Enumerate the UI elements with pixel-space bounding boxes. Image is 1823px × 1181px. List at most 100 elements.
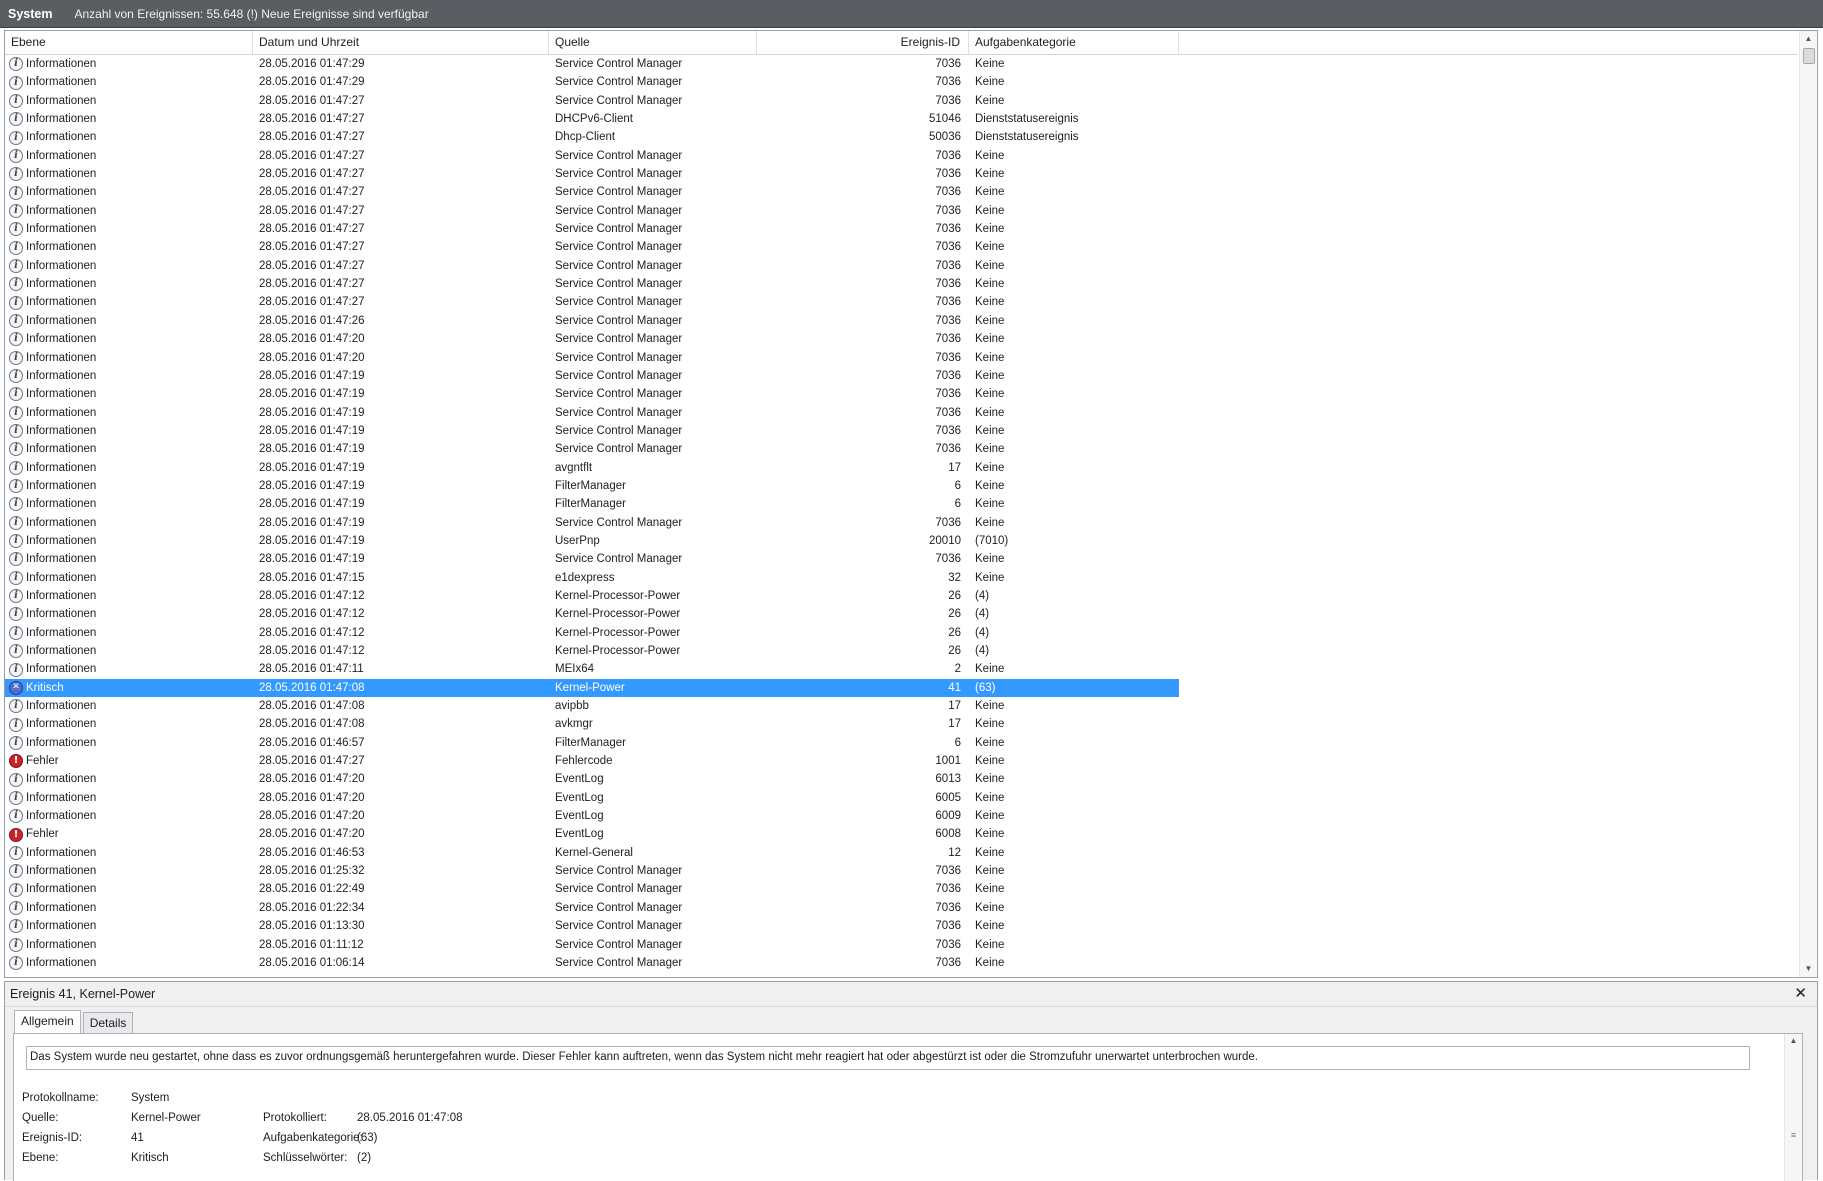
datetime-cell: 28.05.2016 01:47:12 (259, 645, 365, 657)
level-text: Informationen (26, 700, 97, 713)
table-row[interactable]: i Informationen 28.05.2016 01:47:19 Service… (5, 367, 1798, 385)
table-row[interactable]: i Informationen 28.05.2016 01:47:12 Kernel-… (5, 624, 1798, 642)
table-row[interactable]: i Informationen 28.05.2016 01:47:27 Service… (5, 257, 1798, 275)
event-list[interactable]: Ebene Datum und Uhrzeit Quelle Ereignis-… (4, 30, 1818, 978)
event-id-cell: 7036 (935, 58, 961, 70)
datetime-cell: 28.05.2016 01:47:19 (259, 534, 365, 547)
table-row[interactable]: i Informationen 28.05.2016 01:47:20 EventLo… (5, 770, 1798, 788)
table-row[interactable]: i Informationen 28.05.2016 01:47:27 Service… (5, 275, 1798, 293)
table-row[interactable]: i Informationen 28.05.2016 01:47:27 Service… (5, 220, 1798, 238)
table-row[interactable]: i Informationen 28.05.2016 01:47:12 Kernel-… (5, 605, 1798, 623)
tab-details[interactable]: Details (82, 1012, 134, 1033)
table-row[interactable]: i Informationen 28.05.2016 01:47:27 Service… (5, 147, 1798, 165)
table-row[interactable]: i Informationen 28.05.2016 01:47:26 Service… (5, 312, 1798, 330)
table-row[interactable]: i Informationen 28.05.2016 01:47:27 Service… (5, 183, 1798, 201)
scroll-grip-icon[interactable]: ≡ (1785, 1130, 1802, 1140)
level-cell: i Informationen (5, 183, 253, 201)
source-cell: Service Control Manager (555, 424, 683, 437)
column-header-source[interactable]: Quelle (549, 31, 757, 54)
table-row[interactable]: ! Fehler 28.05.2016 01:47:27 Fehlercode 1001… (5, 752, 1798, 770)
information-icon: i (9, 515, 23, 530)
table-row[interactable]: i Informationen 28.05.2016 01:47:19 Service… (5, 422, 1798, 440)
source-cell: Kernel-General (555, 846, 633, 859)
information-icon: i (9, 405, 23, 420)
column-header-category[interactable]: Aufgabenkategorie (969, 31, 1179, 54)
event-list-scrollbar[interactable]: ▲ ▼ (1799, 31, 1817, 977)
table-row[interactable]: i Informationen 28.05.2016 01:47:20 EventLo… (5, 807, 1798, 825)
scroll-up-arrow-icon[interactable]: ▲ (1785, 1036, 1802, 1045)
table-row[interactable]: i Informationen 28.05.2016 01:47:20 Service… (5, 349, 1798, 367)
table-row[interactable]: i Informationen 28.05.2016 01:47:20 Service… (5, 330, 1798, 348)
table-row[interactable]: i Informationen 28.05.2016 01:47:19 Service… (5, 385, 1798, 403)
level-cell: i Informationen (5, 770, 253, 788)
datetime-cell: 28.05.2016 01:47:27 (259, 241, 365, 254)
table-row[interactable]: i Informationen 28.05.2016 01:47:15 e1dexpr… (5, 569, 1798, 587)
event-message[interactable]: Das System wurde neu gestartet, ohne das… (26, 1046, 1750, 1070)
event-id-cell: 6005 (935, 791, 961, 804)
table-row[interactable]: i Informationen 28.05.2016 01:22:49 Service… (5, 880, 1798, 898)
datetime-cell: 28.05.2016 01:47:27 (259, 204, 365, 217)
event-id-cell: 7036 (935, 956, 961, 969)
information-icon: i (9, 607, 23, 622)
table-row[interactable]: i Informationen 28.05.2016 01:47:27 Service… (5, 238, 1798, 256)
table-row[interactable]: i Informationen 28.05.2016 01:46:53 Kernel-… (5, 844, 1798, 862)
table-row[interactable]: i Informationen 28.05.2016 01:47:20 EventLo… (5, 789, 1798, 807)
table-row[interactable]: i Informationen 28.05.2016 01:47:29 Service… (5, 55, 1798, 73)
table-row[interactable]: i Informationen 28.05.2016 01:47:19 FilterM… (5, 495, 1798, 513)
datetime-cell: 28.05.2016 01:47:12 (259, 608, 365, 621)
table-row[interactable]: i Informationen 28.05.2016 01:47:12 Kernel-… (5, 587, 1798, 605)
table-row[interactable]: i Informationen 28.05.2016 01:11:12 Service… (5, 936, 1798, 954)
scroll-up-arrow-icon[interactable]: ▲ (1800, 31, 1817, 47)
table-row[interactable]: i Informationen 28.05.2016 01:22:34 Service… (5, 899, 1798, 917)
table-row[interactable]: i Informationen 28.05.2016 01:47:19 Service… (5, 550, 1798, 568)
category-cell: Keine (975, 149, 1005, 162)
scroll-down-arrow-icon[interactable]: ▼ (1800, 961, 1817, 977)
table-row[interactable]: i Informationen 28.05.2016 01:47:27 Service… (5, 92, 1798, 110)
datetime-cell: 28.05.2016 01:47:12 (259, 589, 365, 602)
table-row[interactable]: i Informationen 28.05.2016 01:47:27 Service… (5, 165, 1798, 183)
column-header-datetime[interactable]: Datum und Uhrzeit (253, 31, 549, 54)
information-icon: i (9, 956, 23, 971)
source-cell: e1dexpress (555, 571, 615, 584)
column-header-level[interactable]: Ebene (5, 31, 253, 54)
table-row[interactable]: i Informationen 28.05.2016 01:25:32 Service… (5, 862, 1798, 880)
table-row[interactable]: i Informationen 28.05.2016 01:13:30 Service… (5, 917, 1798, 935)
table-row[interactable]: ✕ Kritisch 28.05.2016 01:47:08 Kernel-Power… (5, 678, 1798, 698)
information-icon: i (9, 882, 23, 897)
level-cell: i Informationen (5, 532, 253, 550)
table-row[interactable]: i Informationen 28.05.2016 01:47:08 avipbb 1… (5, 697, 1798, 715)
table-row[interactable]: i Informationen 28.05.2016 01:47:29 Service… (5, 73, 1798, 91)
table-row[interactable]: i Informationen 28.05.2016 01:47:19 FilterM… (5, 477, 1798, 495)
table-row[interactable]: i Informationen 28.05.2016 01:47:27 Service… (5, 202, 1798, 220)
table-row[interactable]: i Informationen 28.05.2016 01:47:19 Service… (5, 440, 1798, 458)
table-row[interactable]: ! Fehler 28.05.2016 01:47:20 EventLog 6008 Ke… (5, 825, 1798, 843)
source-cell: Service Control Manager (555, 278, 683, 291)
table-row[interactable]: i Informationen 28.05.2016 01:47:19 avgntfl… (5, 459, 1798, 477)
information-icon: i (9, 369, 23, 384)
level-text: Informationen (26, 608, 97, 621)
level-cell: i Informationen (5, 880, 253, 898)
column-header-event-id[interactable]: Ereignis-ID (757, 31, 969, 54)
table-row[interactable]: i Informationen 28.05.2016 01:47:19 Service… (5, 514, 1798, 532)
category-cell: (4) (975, 645, 990, 657)
source-cell: Service Control Manager (555, 883, 683, 896)
table-row[interactable]: i Informationen 28.05.2016 01:47:27 DHCPv6-… (5, 110, 1798, 128)
scroll-thumb[interactable] (1803, 48, 1815, 64)
table-row[interactable]: i Informationen 28.05.2016 01:46:57 FilterM… (5, 734, 1798, 752)
close-icon[interactable]: ✕ (1794, 982, 1807, 1006)
table-row[interactable]: i Informationen 28.05.2016 01:47:11 MEIx64 2… (5, 660, 1798, 678)
table-row[interactable]: i Informationen 28.05.2016 01:06:14 Service… (5, 954, 1798, 972)
logged-value: 28.05.2016 01:47:08 (357, 1112, 463, 1124)
table-row[interactable]: i Informationen 28.05.2016 01:47:19 UserPnp… (5, 532, 1798, 550)
table-row[interactable]: i Informationen 28.05.2016 01:47:19 Service… (5, 404, 1798, 422)
tab-general[interactable]: Allgemein (14, 1010, 81, 1033)
table-row[interactable]: i Informationen 28.05.2016 01:47:27 Service… (5, 293, 1798, 311)
event-id-cell: 6 (954, 498, 961, 511)
detail-scrollbar[interactable]: ▲ ≡ (1784, 1034, 1802, 1181)
table-row[interactable]: i Informationen 28.05.2016 01:47:08 avkmgr 1… (5, 715, 1798, 733)
level-text: Informationen (26, 534, 97, 547)
source-cell: Service Control Manager (555, 241, 683, 254)
table-row[interactable]: i Informationen 28.05.2016 01:47:27 Dhcp-Cl… (5, 128, 1798, 146)
table-row[interactable]: i Informationen 28.05.2016 01:47:12 Kernel-… (5, 642, 1798, 660)
datetime-cell: 28.05.2016 01:46:57 (259, 736, 365, 749)
